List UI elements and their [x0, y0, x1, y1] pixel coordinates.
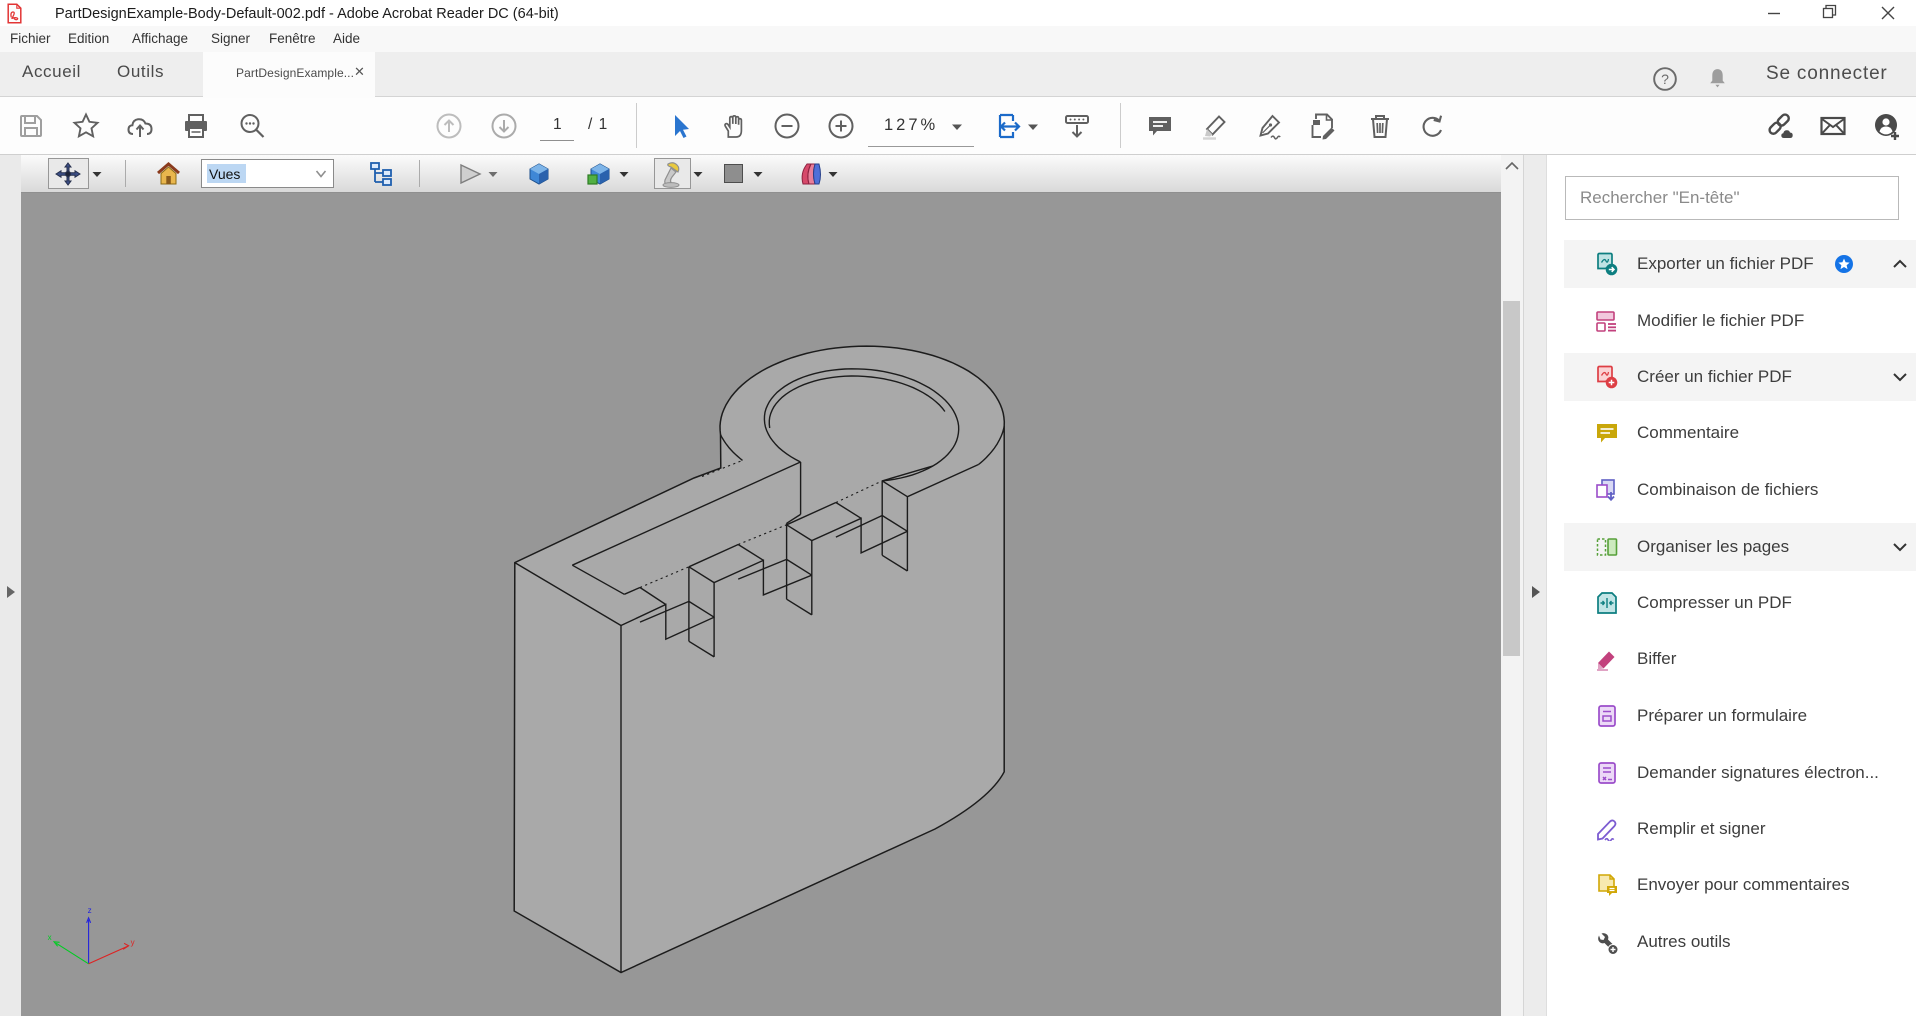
- svg-text:y: y: [131, 938, 135, 947]
- svg-text:x: x: [48, 933, 52, 942]
- svg-text:?: ?: [1661, 71, 1669, 87]
- svg-text:z: z: [88, 906, 92, 915]
